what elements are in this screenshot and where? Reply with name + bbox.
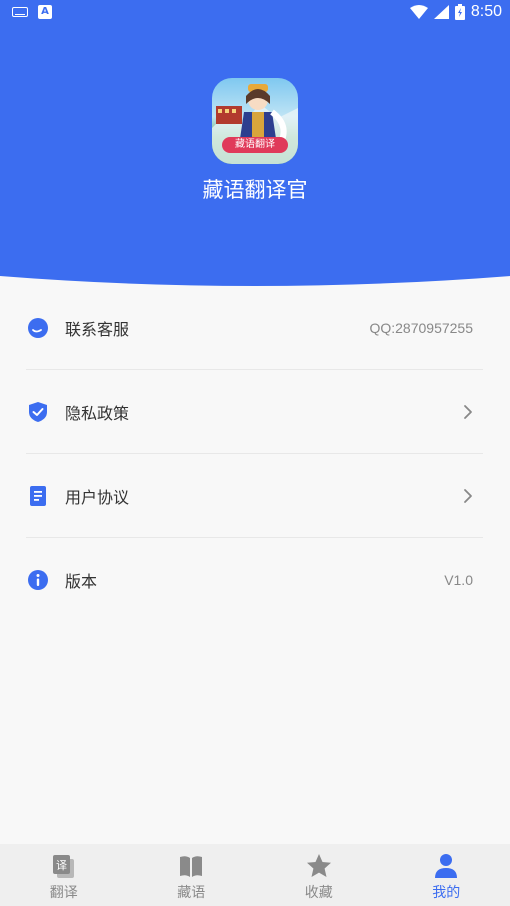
menu-item-version[interactable]: 版本 V1.0 bbox=[26, 538, 483, 622]
user-icon bbox=[435, 854, 458, 878]
menu-item-label: 用户协议 bbox=[65, 487, 130, 507]
star-icon bbox=[306, 854, 331, 877]
menu-item-privacy-policy[interactable]: 隐私政策 bbox=[26, 370, 483, 454]
nav-tab-label: 我的 bbox=[432, 885, 461, 901]
menu-item-label: 联系客服 bbox=[65, 319, 130, 339]
battery-icon bbox=[454, 4, 465, 20]
nav-tab-favorites[interactable]: 收藏 bbox=[255, 844, 383, 906]
nav-tab-label: 翻译 bbox=[49, 885, 78, 901]
document-icon bbox=[30, 485, 46, 506]
app-logo-badge: 藏语翻译 bbox=[222, 137, 288, 153]
shield-icon bbox=[29, 401, 47, 422]
profile-header: A 8:50 藏语翻译 藏语翻译官 bbox=[0, 0, 510, 290]
svg-text:译: 译 bbox=[56, 859, 67, 872]
menu-item-label: 隐私政策 bbox=[65, 403, 130, 423]
app-title: 藏语翻译官 bbox=[202, 178, 308, 202]
signal-icon bbox=[433, 5, 449, 19]
bottom-navigation: 译 翻译 藏语 收藏 我的 bbox=[0, 844, 510, 906]
chat-bubble-icon bbox=[28, 317, 48, 338]
menu-item-contact-support[interactable]: 联系客服 QQ:2870957255 bbox=[26, 286, 483, 370]
status-bar: A 8:50 bbox=[0, 0, 510, 26]
menu-item-user-agreement[interactable]: 用户协议 bbox=[26, 454, 483, 538]
a-notification-icon: A bbox=[38, 5, 52, 19]
version-number: V1.0 bbox=[444, 572, 473, 588]
nav-tab-label: 藏语 bbox=[177, 885, 206, 901]
nav-tab-translate[interactable]: 译 翻译 bbox=[0, 844, 128, 906]
support-qq-number: QQ:2870957255 bbox=[369, 320, 473, 336]
nav-tab-label: 收藏 bbox=[304, 885, 333, 901]
keyboard-icon bbox=[12, 7, 28, 17]
nav-tab-tibetan[interactable]: 藏语 bbox=[128, 844, 256, 906]
wifi-icon bbox=[409, 5, 428, 19]
settings-menu: 联系客服 QQ:2870957255 隐私政策 用户协议 版本 V1.0 bbox=[26, 286, 483, 622]
chevron-right-icon bbox=[464, 405, 472, 419]
info-icon bbox=[28, 570, 48, 590]
translate-icon: 译 bbox=[52, 855, 74, 878]
book-icon bbox=[180, 856, 203, 877]
clock-time: 8:50 bbox=[470, 3, 502, 20]
chevron-right-icon bbox=[464, 489, 472, 503]
nav-tab-mine[interactable]: 我的 bbox=[383, 844, 510, 906]
menu-item-label: 版本 bbox=[65, 572, 98, 591]
